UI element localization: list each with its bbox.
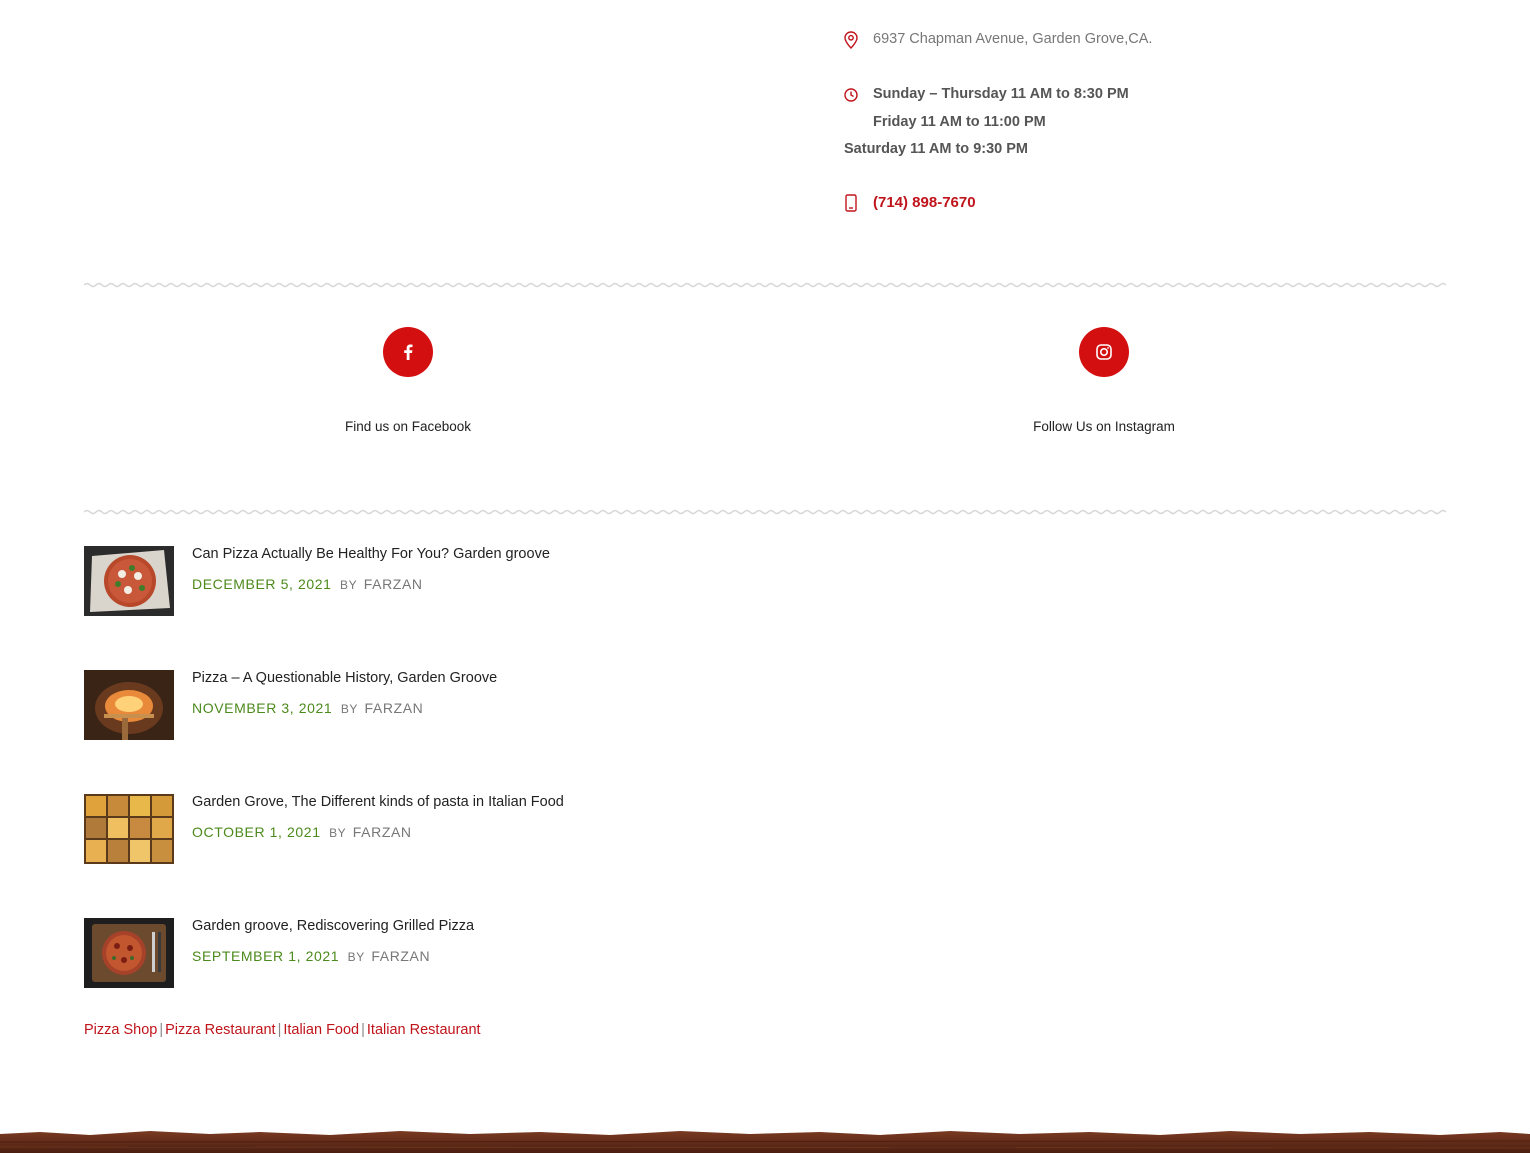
post-date[interactable]: November 3, 2021 <box>192 700 332 716</box>
address-row: 6937 Chapman Avenue, Garden Grove,CA. <box>844 31 1152 49</box>
wavy-divider <box>84 282 1446 288</box>
tag-link-italian-food[interactable]: Italian Food <box>283 1022 359 1038</box>
tag-separator: | <box>159 1022 164 1038</box>
post-by: by <box>329 826 347 840</box>
tag-separator: | <box>277 1022 282 1038</box>
post-thumbnail[interactable] <box>84 546 174 616</box>
post-meta: November 3, 2021 by Farzan <box>192 700 423 716</box>
post-title[interactable]: Garden groove, Rediscovering Grilled Piz… <box>192 918 474 934</box>
post-title[interactable]: Can Pizza Actually Be Healthy For You? G… <box>192 546 550 562</box>
tag-link-pizza-shop[interactable]: Pizza Shop <box>84 1022 157 1038</box>
post-date[interactable]: December 5, 2021 <box>192 576 332 592</box>
post-thumbnail[interactable] <box>84 794 174 864</box>
post-item[interactable]: Garden groove, Rediscovering Grilled Piz… <box>84 918 784 988</box>
post-meta: October 1, 2021 by Farzan <box>192 824 412 840</box>
hours-row: Sunday – Thursday 11 AM to 8:30 PM <box>844 86 1129 104</box>
post-thumbnail[interactable] <box>84 918 174 988</box>
post-author[interactable]: Farzan <box>364 576 423 592</box>
footer-wood-band <box>0 1131 1530 1153</box>
facebook-label[interactable]: Find us on Facebook <box>258 419 558 434</box>
clock-icon <box>844 86 858 104</box>
hours-line-3: Saturday 11 AM to 9:30 PM <box>844 141 1028 157</box>
tag-separator: | <box>361 1022 365 1038</box>
facebook-block[interactable]: Find us on Facebook <box>258 327 558 434</box>
post-author[interactable]: Farzan <box>365 700 424 716</box>
post-item[interactable]: Pizza – A Questionable History, Garden G… <box>84 670 784 740</box>
facebook-icon <box>404 344 413 360</box>
hours-line-1: Sunday – Thursday 11 AM to 8:30 PM <box>873 86 1129 102</box>
instagram-icon <box>1096 344 1112 360</box>
post-title[interactable]: Pizza – A Questionable History, Garden G… <box>192 670 497 686</box>
post-meta: December 5, 2021 by Farzan <box>192 576 423 592</box>
post-date[interactable]: October 1, 2021 <box>192 824 321 840</box>
facebook-button[interactable] <box>383 327 433 377</box>
address-text: 6937 Chapman Avenue, Garden Grove,CA. <box>873 31 1153 47</box>
phone-icon <box>844 194 858 212</box>
phone-row[interactable]: (714) 898-7670 <box>844 194 976 212</box>
post-by: by <box>347 950 365 964</box>
instagram-block[interactable]: Follow Us on Instagram <box>954 327 1254 434</box>
post-by: by <box>340 702 359 716</box>
tag-link-pizza-restaurant[interactable]: Pizza Restaurant <box>165 1022 275 1038</box>
post-item[interactable]: Can Pizza Actually Be Healthy For You? G… <box>84 546 784 616</box>
tag-links: Pizza Shop | Pizza Restaurant | Italian Food… <box>84 1022 481 1038</box>
post-title[interactable]: Garden Grove, The Different kinds of pas… <box>192 794 564 810</box>
wavy-divider <box>84 509 1446 515</box>
post-item[interactable]: Garden Grove, The Different kinds of pas… <box>84 794 784 864</box>
map-pin-icon <box>844 31 858 49</box>
post-author[interactable]: Farzan <box>371 948 430 964</box>
post-author[interactable]: Farzan <box>353 824 412 840</box>
post-meta: September 1, 2021 by Farzan <box>192 948 430 964</box>
hours-line-2: Friday 11 AM to 11:00 PM <box>873 114 1046 130</box>
post-thumbnail[interactable] <box>84 670 174 740</box>
instagram-label[interactable]: Follow Us on Instagram <box>954 419 1254 434</box>
post-by: by <box>340 578 358 592</box>
tag-link-italian-restaurant[interactable]: Italian Restaurant <box>367 1022 481 1038</box>
phone-link[interactable]: (714) 898-7670 <box>873 194 976 211</box>
instagram-button[interactable] <box>1079 327 1129 377</box>
post-date[interactable]: September 1, 2021 <box>192 948 339 964</box>
